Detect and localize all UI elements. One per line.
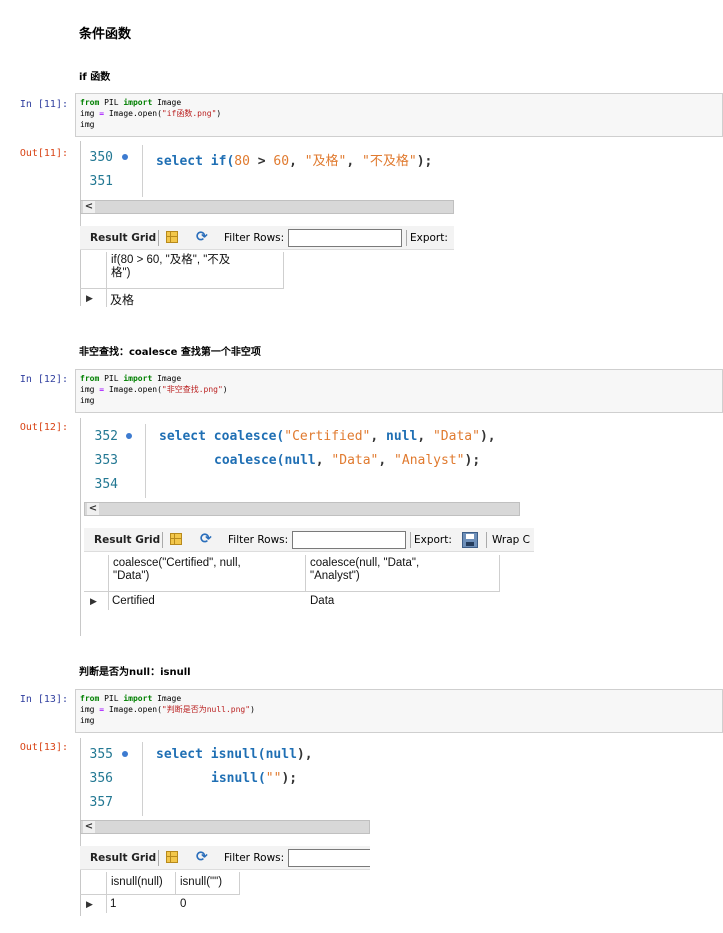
sql-line: select isnull(null), — [156, 747, 313, 762]
row-selector-icon: ▶ — [86, 899, 93, 909]
result-toolbar: Result Grid ⟳ Filter Rows: — [80, 846, 370, 870]
table-cell: 1 — [110, 898, 117, 910]
output-prompt: Out[13]: — [19, 742, 68, 753]
result-grid-button[interactable]: Result Grid — [90, 232, 156, 244]
column-header[interactable]: isnull(null) — [106, 872, 176, 894]
refresh-icon[interactable]: ⟳ — [196, 849, 208, 865]
toolbar-separator — [406, 230, 407, 246]
breakpoint-dot — [122, 751, 128, 757]
output-prompt: Out[12]: — [19, 422, 68, 433]
breakpoint-dot — [122, 154, 128, 160]
grid-layout-icon[interactable] — [166, 851, 178, 863]
line-number: 355 — [89, 747, 113, 762]
line-number: 357 — [89, 795, 113, 810]
table-cell: Data — [310, 595, 335, 607]
table-cell: 及格 — [110, 293, 135, 307]
horizontal-scrollbar[interactable]: < — [84, 502, 520, 516]
save-export-icon[interactable] — [462, 532, 478, 548]
column-header[interactable]: coalesce(null, "Data", "Analyst") — [306, 555, 500, 591]
table-row[interactable]: ▶ 1 0 — [80, 895, 240, 913]
line-number: 354 — [94, 477, 118, 492]
filter-rows-input[interactable] — [288, 849, 370, 867]
toolbar-separator — [410, 532, 411, 548]
filter-rows-label: Filter Rows: — [224, 852, 285, 864]
input-prompt: In [12]: — [19, 374, 68, 385]
column-header[interactable]: coalesce("Certified", null, "Data") — [108, 555, 306, 591]
line-number: 350 — [89, 150, 113, 165]
filter-rows-input[interactable] — [288, 229, 402, 247]
editor-gutter — [145, 424, 146, 498]
toolbar-separator — [486, 532, 487, 548]
section-heading-if: if 函数 — [79, 72, 111, 83]
result-grid: isnull(null) isnull("") ▶ 1 0 — [80, 872, 250, 914]
refresh-icon[interactable]: ⟳ — [196, 229, 208, 245]
result-grid: coalesce("Certified", null, "Data") coal… — [84, 555, 504, 615]
editor-gutter — [142, 145, 143, 197]
toolbar-separator — [158, 850, 159, 866]
result-toolbar: Result Grid ⟳ Filter Rows: Export: Wrap … — [84, 528, 534, 552]
export-label[interactable]: Export: — [414, 534, 452, 546]
scroll-left-icon[interactable]: < — [83, 201, 95, 213]
horizontal-scrollbar[interactable]: < — [80, 200, 454, 214]
grid-layout-icon[interactable] — [170, 533, 182, 545]
table-row[interactable]: ▶ Certified Data — [84, 592, 500, 610]
refresh-icon[interactable]: ⟳ — [200, 531, 212, 547]
table-cell: 0 — [180, 898, 187, 910]
toolbar-separator — [162, 532, 163, 548]
input-prompt: In [13]: — [19, 694, 68, 705]
scroll-left-icon[interactable]: < — [87, 503, 99, 515]
grid-header: isnull(null) isnull("") — [80, 872, 240, 895]
horizontal-scrollbar[interactable]: < — [80, 820, 370, 834]
page-title: 条件函数 — [79, 27, 132, 42]
sql-line: isnull(""); — [211, 771, 298, 786]
line-number: 356 — [89, 771, 113, 786]
editor-gutter — [142, 742, 143, 816]
input-prompt: In [11]: — [19, 99, 68, 110]
result-grid: if(80 > 60, "及格", "不及 格") ▶ 及格 — [80, 252, 290, 310]
column-header[interactable]: if(80 > 60, "及格", "不及 格") — [106, 252, 284, 288]
code-cell[interactable]: from PIL import Image img = Image.open("… — [75, 689, 723, 733]
grid-layout-icon[interactable] — [166, 231, 178, 243]
line-number: 352 — [94, 429, 118, 444]
line-number: 353 — [94, 453, 118, 468]
table-cell: Certified — [112, 595, 155, 607]
section-heading-isnull: 判断是否为null：isnull — [79, 667, 191, 678]
sql-line: select coalesce("Certified", null, "Data… — [159, 429, 496, 444]
breakpoint-dot — [126, 433, 132, 439]
filter-rows-input[interactable] — [292, 531, 406, 549]
result-toolbar: Result Grid ⟳ Filter Rows: Export: — [80, 226, 454, 250]
section-heading-coalesce: 非空查找：coalesce 查找第一个非空项 — [79, 347, 261, 358]
output-prompt: Out[11]: — [19, 148, 68, 159]
code-cell[interactable]: from PIL import Image img = Image.open("… — [75, 93, 723, 137]
toolbar-separator — [158, 230, 159, 246]
grid-header: if(80 > 60, "及格", "不及 格") — [80, 252, 284, 289]
row-selector-icon: ▶ — [90, 596, 97, 606]
column-header[interactable]: isnull("") — [176, 872, 240, 894]
wrap-cell-label[interactable]: Wrap C — [492, 534, 530, 546]
grid-header: coalesce("Certified", null, "Data") coal… — [84, 555, 500, 592]
result-grid-button[interactable]: Result Grid — [90, 852, 156, 864]
scroll-left-icon[interactable]: < — [83, 821, 95, 833]
sql-line: select if(80 > 60, "及格", "不及格"); — [156, 154, 433, 169]
line-number: 351 — [89, 174, 113, 189]
table-row[interactable]: ▶ 及格 — [80, 289, 284, 307]
filter-rows-label: Filter Rows: — [228, 534, 289, 546]
code-cell[interactable]: from PIL import Image img = Image.open("… — [75, 369, 723, 413]
filter-rows-label: Filter Rows: — [224, 232, 285, 244]
sql-line: coalesce(null, "Data", "Analyst"); — [214, 453, 481, 468]
row-selector-icon: ▶ — [86, 293, 93, 303]
result-grid-button[interactable]: Result Grid — [94, 534, 160, 546]
export-label[interactable]: Export: — [410, 232, 448, 244]
output-area-border — [80, 418, 81, 636]
